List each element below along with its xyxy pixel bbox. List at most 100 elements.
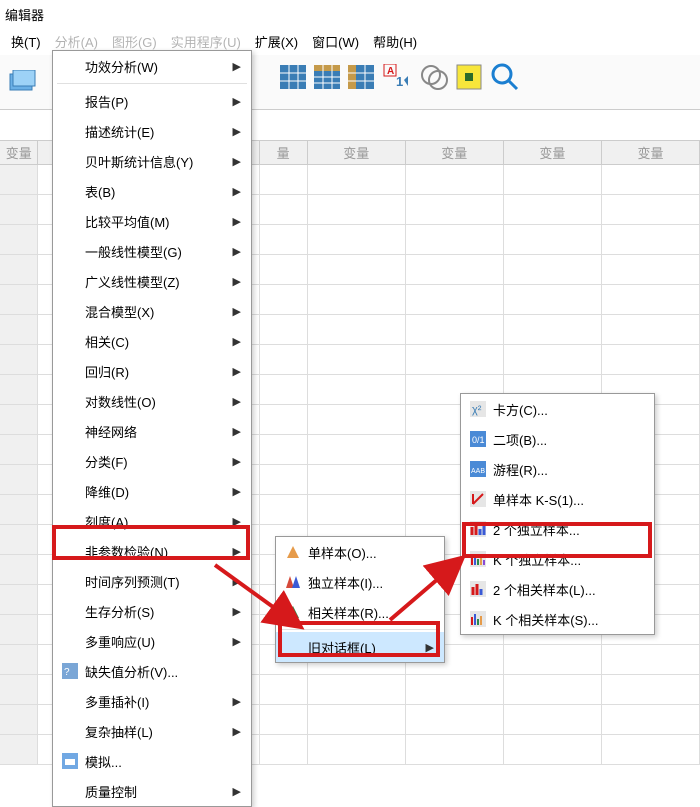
toolbar-circles-icon[interactable] — [420, 64, 448, 93]
menu-bayesian[interactable]: 贝叶斯统计信息(Y)▶ — [53, 146, 251, 176]
submenu-arrow-icon: ▶ — [233, 365, 241, 378]
menu-correlate[interactable]: 相关(C)▶ — [53, 326, 251, 356]
binom-icon: 0/1 — [467, 428, 489, 450]
indep-sample-icon — [282, 571, 304, 593]
search-icon[interactable] — [490, 62, 520, 95]
missing-icon: ? — [59, 660, 81, 682]
submenu-arrow-icon: ▶ — [233, 635, 241, 648]
k-rel-icon — [467, 608, 489, 630]
runs-icon: AAB — [467, 458, 489, 480]
menu-generalized-lm[interactable]: 广义线性模型(Z)▶ — [53, 266, 251, 296]
submenu-arrow-icon: ▶ — [233, 245, 241, 258]
submenu-arrow-icon: ▶ — [233, 455, 241, 468]
sim-icon — [59, 750, 81, 772]
menu-dimension-reduction[interactable]: 降维(D)▶ — [53, 476, 251, 506]
legacy-k-independent[interactable]: K 个独立样本... — [461, 544, 654, 574]
menu-missing-value[interactable]: ?缺失值分析(V)... — [53, 656, 251, 686]
menu-help[interactable]: 帮助(H) — [367, 30, 423, 53]
rel-sample-icon — [282, 601, 304, 623]
legacy-binomial[interactable]: 0/1二项(B)... — [461, 424, 654, 454]
menu-classify[interactable]: 分类(F)▶ — [53, 446, 251, 476]
grid-col-1[interactable]: 变量 — [0, 141, 38, 164]
menu-nonparametric-tests[interactable]: 非参数检验(N)▶ — [53, 536, 251, 566]
grid-col-5[interactable]: 变量 — [504, 141, 602, 164]
submenu-arrow-icon: ▶ — [233, 575, 241, 588]
submenu-arrow-icon: ▶ — [233, 485, 241, 498]
k-ind-icon — [467, 548, 489, 570]
chi-icon: χ² — [467, 398, 489, 420]
submenu-arrow-icon: ▶ — [233, 185, 241, 198]
submenu-arrow-icon: ▶ — [233, 305, 241, 318]
submenu-arrow-icon: ▶ — [233, 275, 241, 288]
submenu-arrow-icon: ▶ — [233, 95, 241, 108]
menu-simulation[interactable]: 模拟... — [53, 746, 251, 776]
submenu-legacy-dialogs[interactable]: 旧对话框(L)▶ — [276, 632, 444, 662]
svg-text:A: A — [387, 66, 394, 77]
submenu-arrow-icon: ▶ — [233, 425, 241, 438]
menu-scale[interactable]: 刻度(A)▶ — [53, 506, 251, 536]
menu-regression[interactable]: 回归(R)▶ — [53, 356, 251, 386]
submenu-arrow-icon: ▶ — [233, 695, 241, 708]
menu-extend[interactable]: 扩展(X) — [249, 30, 304, 53]
submenu-arrow-icon: ▶ — [233, 395, 241, 408]
two-rel-icon — [467, 578, 489, 600]
menu-mixed-models[interactable]: 混合模型(X)▶ — [53, 296, 251, 326]
submenu-related-samples[interactable]: 相关样本(R)... — [276, 597, 444, 627]
submenu-arrow-icon: ▶ — [426, 641, 434, 654]
submenu-arrow-icon: ▶ — [233, 605, 241, 618]
menu-quality-control[interactable]: 质量控制▶ — [53, 776, 251, 806]
submenu-arrow-icon: ▶ — [233, 725, 241, 738]
menu-complex-samples[interactable]: 复杂抽样(L)▶ — [53, 716, 251, 746]
menu-reports[interactable]: 报告(P)▶ — [53, 86, 251, 116]
submenu-arrow-icon: ▶ — [233, 215, 241, 228]
menu-compare-means[interactable]: 比较平均值(M)▶ — [53, 206, 251, 236]
svg-text:1: 1 — [396, 74, 403, 89]
menu-multiple-imputation[interactable]: 多重插补(I)▶ — [53, 686, 251, 716]
legacy-chi-square[interactable]: χ²卡方(C)... — [461, 394, 654, 424]
submenu-arrow-icon: ▶ — [233, 335, 241, 348]
two-ind-icon — [467, 518, 489, 540]
menu-power-analysis[interactable]: 功效分析(W)▶ — [53, 51, 251, 81]
submenu-arrow-icon: ▶ — [233, 515, 241, 528]
toolbar-icon-1[interactable] — [8, 67, 38, 97]
nonparametric-submenu: 单样本(O)... 独立样本(I)... 相关样本(R)... 旧对话框(L)▶ — [275, 536, 445, 663]
toolbar-grid-icon-1[interactable] — [280, 65, 306, 92]
svg-text:AAB: AAB — [471, 468, 485, 475]
menu-glm[interactable]: 一般线性模型(G)▶ — [53, 236, 251, 266]
legacy-runs[interactable]: AAB游程(R)... — [461, 454, 654, 484]
menu-loglinear[interactable]: 对数线性(O)▶ — [53, 386, 251, 416]
legacy-k-related[interactable]: K 个相关样本(S)... — [461, 604, 654, 634]
menu-tables[interactable]: 表(B)▶ — [53, 176, 251, 206]
legacy-two-independent[interactable]: 2 个独立样本... — [461, 514, 654, 544]
grid-col-6[interactable]: 变量 — [602, 141, 700, 164]
svg-text:0/1: 0/1 — [472, 435, 485, 445]
menu-descriptive-stats[interactable]: 描述统计(E)▶ — [53, 116, 251, 146]
grid-col-4[interactable]: 变量 — [406, 141, 504, 164]
menu-transform[interactable]: 换(T) — [5, 30, 47, 53]
menu-window[interactable]: 窗口(W) — [306, 30, 365, 53]
legacy-two-related[interactable]: 2 个相关样本(L)... — [461, 574, 654, 604]
svg-text:χ²: χ² — [472, 404, 482, 416]
submenu-one-sample[interactable]: 单样本(O)... — [276, 537, 444, 567]
menu-neural-networks[interactable]: 神经网络▶ — [53, 416, 251, 446]
window-title: 编辑器 — [5, 5, 44, 24]
toolbar-grid-icon-2[interactable] — [314, 65, 340, 92]
analyze-menu: 功效分析(W)▶ 报告(P)▶ 描述统计(E)▶ 贝叶斯统计信息(Y)▶ 表(B… — [52, 50, 252, 807]
submenu-arrow-icon: ▶ — [233, 125, 241, 138]
submenu-arrow-icon: ▶ — [233, 155, 241, 168]
svg-text:?: ? — [64, 667, 70, 678]
menubar: 换(T) 分析(A) 图形(G) 实用程序(U) 扩展(X) 窗口(W) 帮助(… — [0, 30, 700, 52]
legacy-dialogs-submenu: χ²卡方(C)... 0/1二项(B)... AAB游程(R)... 单样本 K… — [460, 393, 655, 635]
submenu-independent-samples[interactable]: 独立样本(I)... — [276, 567, 444, 597]
grid-col-3[interactable]: 变量 — [308, 141, 406, 164]
one-sample-icon — [282, 541, 304, 563]
legacy-one-sample-ks[interactable]: 单样本 K-S(1)... — [461, 484, 654, 514]
toolbar-target-icon[interactable] — [456, 64, 482, 93]
menu-time-series[interactable]: 时间序列预测(T)▶ — [53, 566, 251, 596]
menu-multiple-response[interactable]: 多重响应(U)▶ — [53, 626, 251, 656]
grid-col-2[interactable]: 量 — [260, 141, 308, 164]
menu-survival[interactable]: 生存分析(S)▶ — [53, 596, 251, 626]
toolbar-grid-icon-3[interactable] — [348, 65, 374, 92]
toolbar-a-icon[interactable]: A1 — [382, 64, 412, 93]
submenu-arrow-icon: ▶ — [233, 60, 241, 73]
